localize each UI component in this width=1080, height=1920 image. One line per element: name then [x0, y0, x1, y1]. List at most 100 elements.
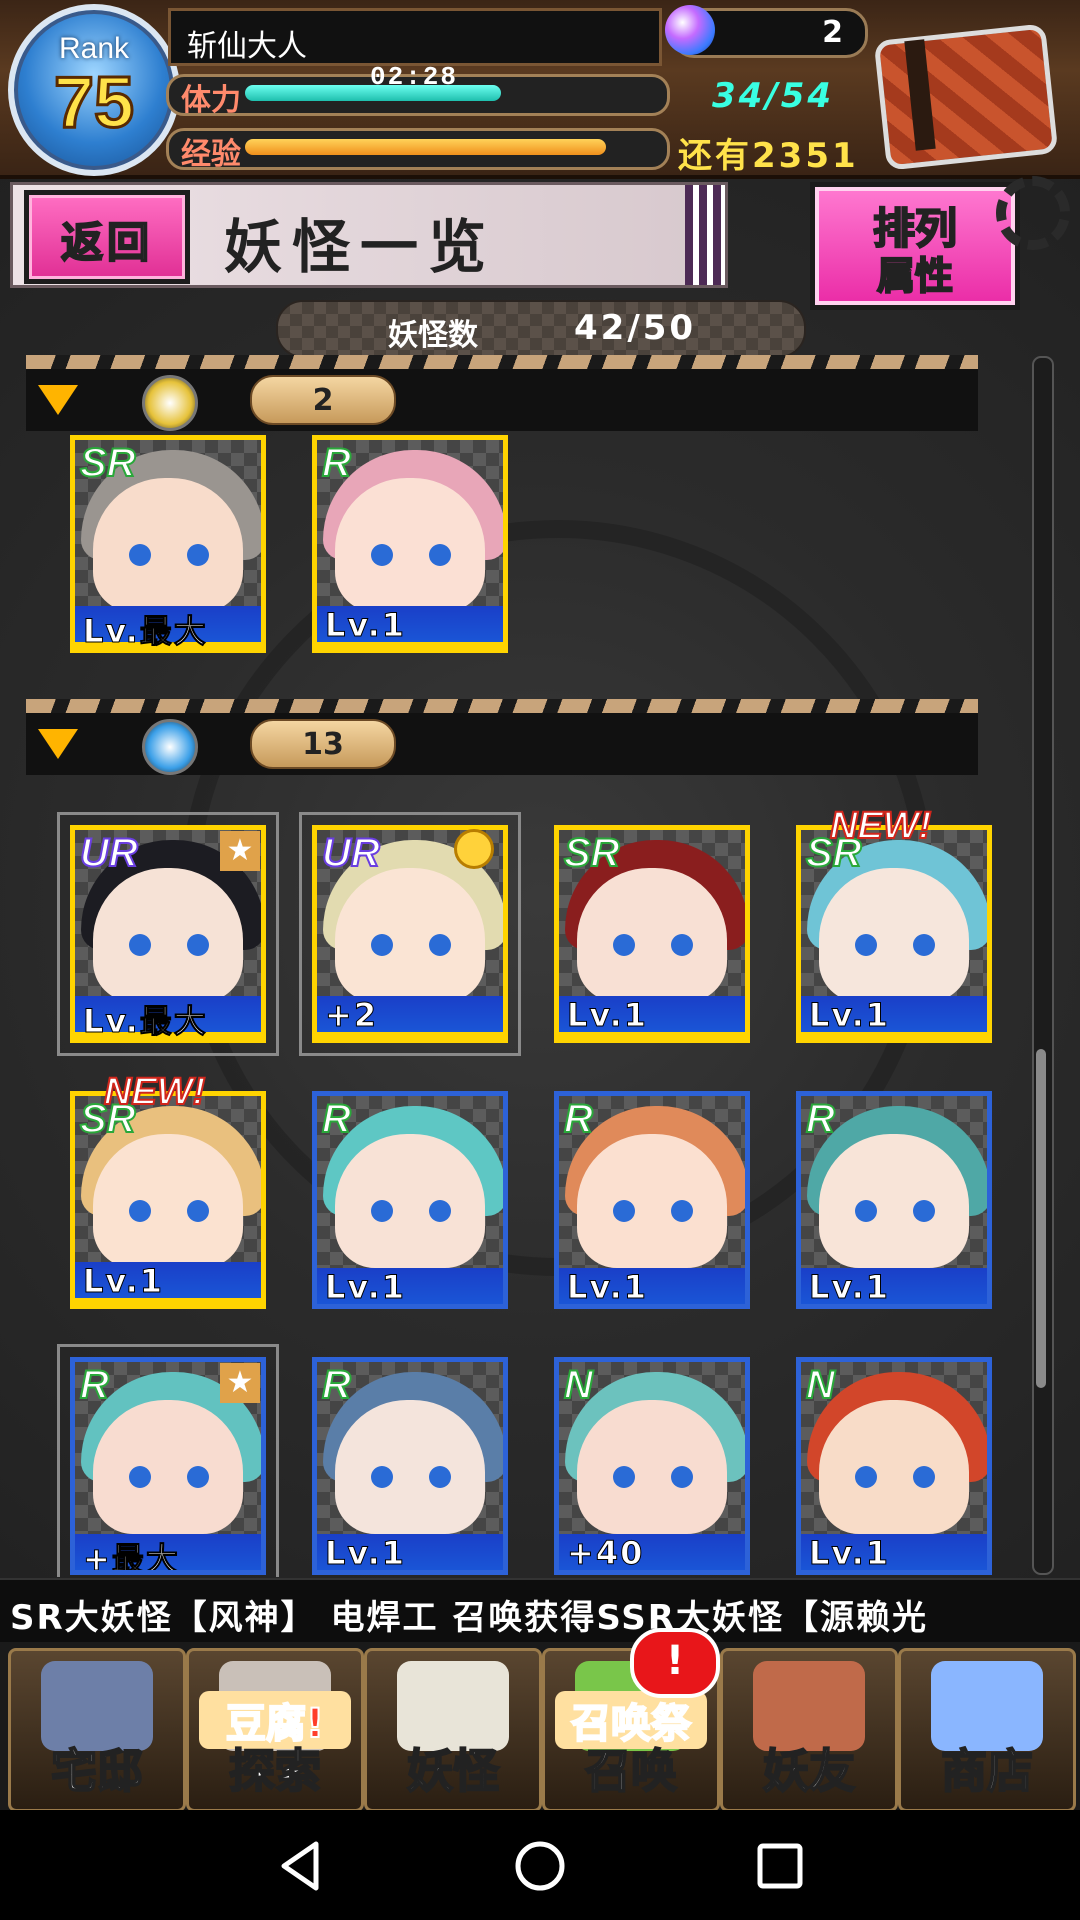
- gem-counter[interactable]: 2: [665, 5, 868, 58]
- stamina-timer: 02:28: [370, 62, 459, 92]
- yokai-card[interactable]: Lv.1 R: [312, 435, 508, 653]
- sort-button[interactable]: 排列 属性: [810, 182, 1020, 310]
- nav-button[interactable]: 妖友: [720, 1648, 898, 1810]
- portrait-face: [577, 1134, 727, 1268]
- rarity-badge: N: [805, 1362, 836, 1408]
- card-level: Lv.1: [324, 1268, 407, 1306]
- present-box-button[interactable]: [870, 12, 1059, 171]
- back-button-label: 返回: [60, 217, 153, 268]
- rarity-badge: R: [805, 1096, 836, 1142]
- portrait-face: [577, 868, 727, 1002]
- yokai-card[interactable]: Lv.1 R: [796, 1091, 992, 1309]
- level-bar: Lv.1: [559, 1268, 745, 1304]
- yokai-card[interactable]: Lv.1 R: [312, 1357, 508, 1575]
- nav-button[interactable]: 宅邸: [8, 1648, 186, 1810]
- bottom-nav: 宅邸 豆腐! 探索 妖怪 召唤祭 召唤 妖友 商店: [0, 1642, 1080, 1810]
- portrait-face: [93, 1400, 243, 1534]
- yokai-card[interactable]: +40 N: [554, 1357, 750, 1575]
- level-bar: Lv.1: [317, 606, 503, 648]
- player-name: 斩仙大人: [187, 29, 307, 64]
- group-header[interactable]: 13: [26, 699, 978, 775]
- portrait-face: [819, 1400, 969, 1534]
- level-bar: Lv.最大: [75, 606, 261, 648]
- scrollbar[interactable]: [1032, 356, 1054, 1575]
- rank-badge: Rank 75: [8, 4, 180, 176]
- page-title: 妖怪一览: [224, 213, 497, 281]
- rarity-badge: UR: [79, 830, 139, 876]
- nav-label: 商店: [940, 1743, 1034, 1799]
- nav-button[interactable]: 商店: [898, 1648, 1076, 1810]
- nav-button[interactable]: 妖怪: [364, 1648, 542, 1810]
- status-bar: Rank 75 斩仙大人 体力 02:28 34/54 经验 还有2351 2: [0, 0, 1080, 179]
- yokai-card[interactable]: Lv.1 SR NEW!: [70, 1070, 266, 1309]
- ticker-text: SR大妖怪【风神】 电焊工 召唤获得SSR大妖怪【源赖光: [10, 1598, 928, 1638]
- nav-label: 召唤: [584, 1743, 678, 1799]
- portrait-face: [577, 1400, 727, 1534]
- level-bar: Lv.1: [801, 996, 987, 1038]
- yokai-card[interactable]: Lv.最大 UR ★: [57, 812, 279, 1056]
- yokai-card[interactable]: Lv.1 SR: [554, 825, 750, 1043]
- group-count: 13: [250, 719, 396, 769]
- back-triangle-icon[interactable]: [270, 1836, 330, 1896]
- scrollbar-thumb[interactable]: [1036, 1049, 1046, 1388]
- level-bar: +最大: [75, 1534, 261, 1570]
- back-button[interactable]: 返回: [24, 190, 190, 284]
- yokai-count-label: 妖怪数: [388, 318, 478, 353]
- portrait-face: [93, 1134, 243, 1268]
- home-circle-icon[interactable]: [510, 1836, 570, 1896]
- yokai-list[interactable]: 2 Lv.最大 SR Lv.1 R 13 Lv.最大 UR ★ +2 UR Lv.1 SR Lv.1 SR N…: [0, 355, 1080, 1577]
- card-level: Lv.最大: [83, 612, 208, 650]
- level-bar: Lv.最大: [75, 996, 261, 1038]
- yokai-card[interactable]: Lv.最大 SR: [70, 435, 266, 653]
- player-name-box: 斩仙大人: [168, 8, 662, 66]
- collapse-arrow-icon[interactable]: [38, 729, 78, 759]
- level-bar: Lv.1: [317, 1268, 503, 1304]
- nav-button[interactable]: 豆腐! 探索: [186, 1648, 364, 1810]
- nav-label: 宅邸: [50, 1743, 144, 1799]
- exp-fill: [245, 139, 607, 155]
- portrait-face: [93, 478, 243, 612]
- gem-icon: [665, 5, 715, 55]
- yokai-card[interactable]: Lv.1 N: [796, 1357, 992, 1575]
- favorite-star-icon: ★: [220, 831, 260, 871]
- alert-mark: !: [665, 1638, 685, 1684]
- system-nav-bar: [0, 1810, 1080, 1920]
- card-level: Lv.1: [566, 996, 649, 1035]
- rarity-badge: R: [321, 1096, 352, 1142]
- favorite-star-icon: ★: [220, 1363, 260, 1403]
- portrait-face: [93, 868, 243, 1002]
- nav-label: 探索: [228, 1743, 322, 1799]
- card-level: +最大: [83, 1540, 180, 1575]
- portrait-face: [819, 1134, 969, 1268]
- portrait-face: [335, 478, 485, 612]
- yokai-count: 妖怪数 42/50: [276, 300, 806, 358]
- level-bar: Lv.1: [801, 1268, 987, 1304]
- yokai-card[interactable]: +最大 R ★: [57, 1344, 279, 1577]
- yokai-card[interactable]: Lv.1 R: [312, 1091, 508, 1309]
- group-count-value: 2: [312, 383, 334, 418]
- rarity-badge: R: [563, 1096, 594, 1142]
- exp-remaining: 还有2351: [678, 136, 859, 176]
- recents-square-icon[interactable]: [750, 1836, 810, 1896]
- medal-icon: [454, 829, 494, 869]
- yokai-card[interactable]: Lv.1 R: [554, 1091, 750, 1309]
- rope-divider: [26, 355, 978, 369]
- card-level: Lv.1: [324, 606, 407, 645]
- stamina-value: 34/54: [712, 76, 835, 116]
- rarity-badge: N: [563, 1362, 594, 1408]
- collapse-arrow-icon[interactable]: [38, 385, 78, 415]
- nav-label: 妖怪: [406, 1743, 500, 1799]
- rank-label: Rank: [58, 32, 130, 65]
- card-level: Lv.1: [808, 996, 891, 1035]
- rarity-badge: UR: [321, 830, 381, 876]
- card-level: Lv.1: [324, 1534, 407, 1572]
- gold-element-icon: [142, 375, 198, 431]
- group-count-value: 13: [302, 727, 344, 762]
- group-header[interactable]: 2: [26, 355, 978, 431]
- yokai-card[interactable]: Lv.1 SR NEW!: [796, 804, 992, 1043]
- sort-mode-label: 属性: [876, 253, 954, 299]
- yokai-card[interactable]: +2 UR: [299, 812, 521, 1056]
- nav-label: 妖友: [762, 1743, 856, 1799]
- portrait-face: [335, 1134, 485, 1268]
- portrait-face: [819, 868, 969, 1002]
